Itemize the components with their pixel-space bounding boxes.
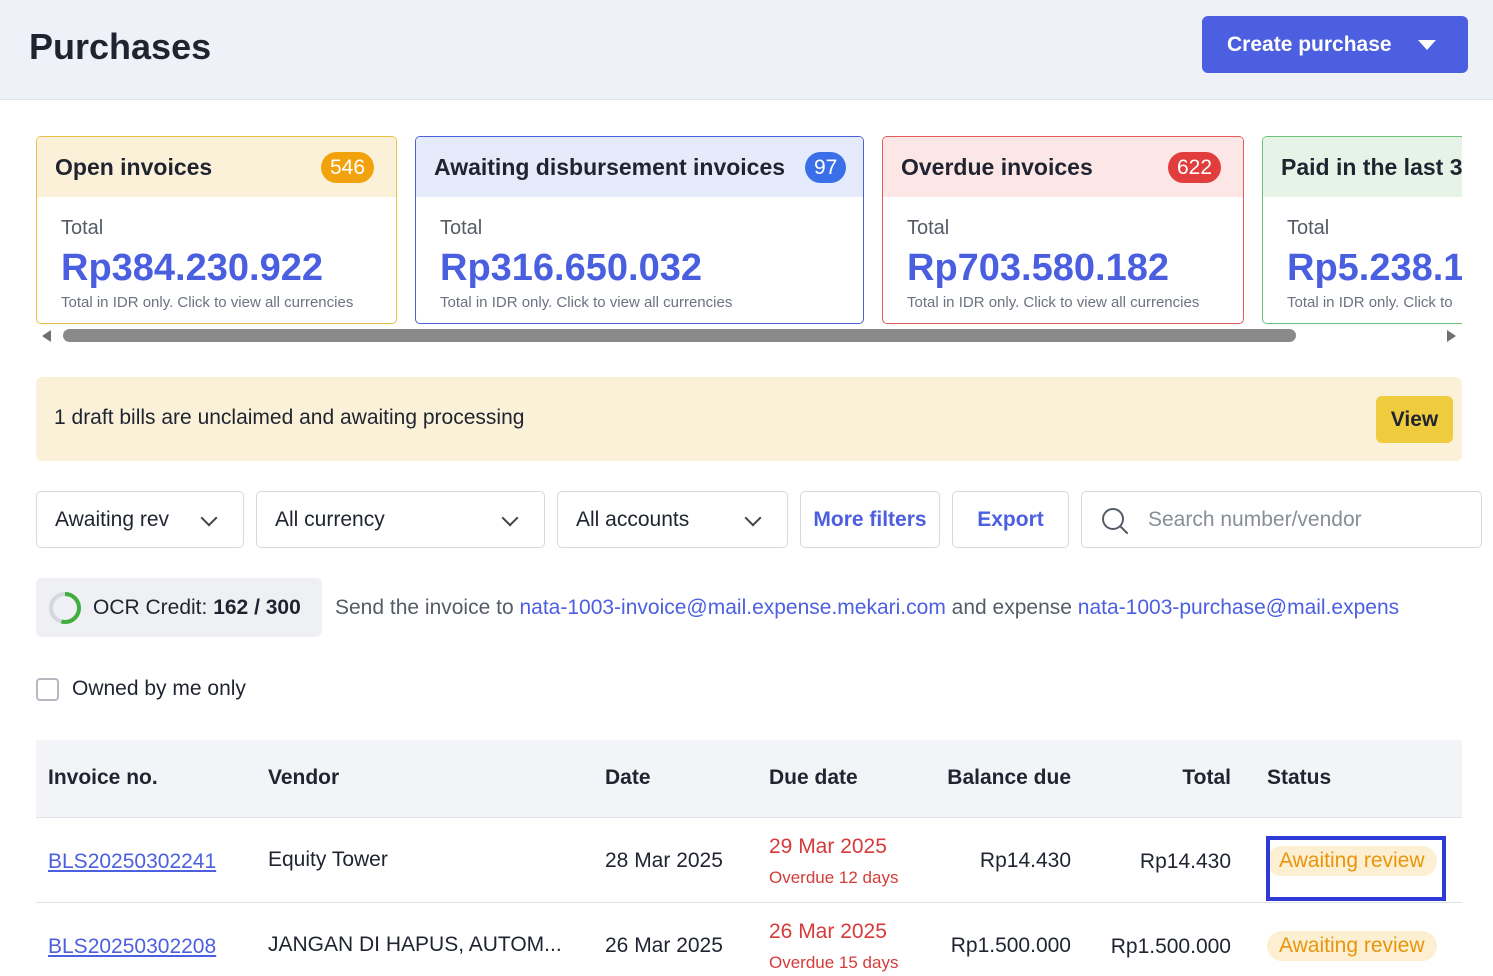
card-paid-recent[interactable]: Paid in the last 3 Total Rp5.238.12 Tota… <box>1262 136 1462 324</box>
search-input[interactable] <box>1148 502 1468 538</box>
purchase-email-link[interactable]: nata-1003-purchase@mail.expens <box>1078 596 1399 619</box>
accounts-filter-value: All accounts <box>576 507 690 531</box>
view-button[interactable]: View <box>1376 396 1453 443</box>
count-badge: 546 <box>321 152 375 183</box>
page-header: Purchases Create purchase <box>0 0 1493 100</box>
card-title: Paid in the last 3 <box>1281 153 1462 180</box>
status-filter[interactable]: Awaiting rev <box>36 491 244 548</box>
column-header-vendor[interactable]: Vendor <box>268 766 339 790</box>
scroll-left-icon[interactable] <box>42 330 51 342</box>
total-cell: Rp14.430 <box>1139 850 1231 873</box>
count-badge: 97 <box>805 152 847 183</box>
page-title: Purchases <box>29 26 212 67</box>
invoice-email-link[interactable]: nata-1003-invoice@mail.expense.mekari.co… <box>519 596 945 619</box>
card-note: Total in IDR only. Click to view all cur… <box>440 294 733 311</box>
card-title: Open invoices <box>55 153 213 180</box>
status-badge: Awaiting review <box>1267 931 1437 961</box>
table-header: Invoice no. Vendor Date Due date Balance… <box>36 740 1462 818</box>
summary-cards: Open invoices 546 Total Rp384.230.922 To… <box>36 136 1462 326</box>
currency-filter-value: All currency <box>275 507 385 531</box>
more-filters-button[interactable]: More filters <box>800 491 940 548</box>
balance-cell: Rp14.430 <box>979 849 1071 872</box>
send-middle: and expense <box>951 596 1072 619</box>
ocr-credit: OCR Credit: 162 / 300 <box>36 578 322 637</box>
card-title: Awaiting disbursement invoices <box>434 153 786 180</box>
date-cell: 28 Mar 2025 <box>605 849 723 872</box>
date-cell: 26 Mar 2025 <box>605 934 723 957</box>
count-badge: 622 <box>1168 152 1222 183</box>
accounts-filter[interactable]: All accounts <box>557 491 788 548</box>
status-badge: Awaiting review <box>1267 846 1437 876</box>
chevron-down-icon <box>200 509 218 527</box>
card-title: Overdue invoices <box>901 153 1093 180</box>
chevron-down-icon <box>744 509 762 527</box>
scroll-right-icon[interactable] <box>1447 330 1456 342</box>
invoice-link[interactable]: BLS20250302208 <box>48 935 216 959</box>
card-total-label: Total <box>61 217 104 239</box>
owned-by-me-label: Owned by me only <box>72 677 246 700</box>
chevron-down-icon <box>501 509 519 527</box>
cards-scrollbar[interactable] <box>36 327 1462 345</box>
overdue-label: Overdue 12 days <box>769 868 899 887</box>
column-header-status[interactable]: Status <box>1267 766 1331 790</box>
invoice-link[interactable]: BLS20250302241 <box>48 850 216 874</box>
card-amount: Rp384.230.922 <box>61 247 323 289</box>
table-row[interactable]: BLS20250302208 JANGAN DI HAPUS, AUTOM...… <box>36 903 1462 976</box>
card-open-invoices[interactable]: Open invoices 546 Total Rp384.230.922 To… <box>36 136 397 324</box>
card-note: Total in IDR only. Click to view all cur… <box>907 294 1200 311</box>
ocr-credit-value: 162 / 300 <box>213 596 301 619</box>
search-icon <box>1102 508 1128 534</box>
card-total-label: Total <box>440 217 483 239</box>
card-amount: Rp703.580.182 <box>907 247 1169 289</box>
column-header-invoice[interactable]: Invoice no. <box>48 766 158 790</box>
checkbox[interactable] <box>36 677 59 701</box>
column-header-total[interactable]: Total <box>1182 766 1231 790</box>
card-note: Total in IDR only. Click to view all cur… <box>61 294 354 311</box>
vendor-cell: Equity Tower <box>268 848 388 871</box>
ocr-credit-label: OCR Credit: <box>93 596 208 619</box>
currency-filter[interactable]: All currency <box>256 491 545 548</box>
card-amount: Rp5.238.12 <box>1287 247 1462 289</box>
export-button[interactable]: Export <box>952 491 1069 548</box>
column-header-due-date[interactable]: Due date <box>769 766 858 790</box>
card-awaiting-disbursement[interactable]: Awaiting disbursement invoices 97 Total … <box>415 136 864 324</box>
ocr-progress-ring-icon <box>49 592 81 624</box>
vendor-cell: JANGAN DI HAPUS, AUTOM... <box>268 933 562 956</box>
card-overdue-invoices[interactable]: Overdue invoices 622 Total Rp703.580.182… <box>882 136 1244 324</box>
send-prefix: Send the invoice to <box>335 596 514 619</box>
owned-by-me-checkbox[interactable]: Owned by me only <box>36 677 246 701</box>
create-purchase-button[interactable]: Create purchase <box>1202 16 1468 73</box>
table-row[interactable]: BLS20250302241 Equity Tower 28 Mar 2025 … <box>36 818 1462 903</box>
due-date-cell: 26 Mar 2025 <box>769 920 887 943</box>
due-date-cell: 29 Mar 2025 <box>769 835 887 858</box>
draft-bills-banner: 1 draft bills are unclaimed and awaiting… <box>36 377 1462 461</box>
search-box[interactable] <box>1081 491 1482 548</box>
purchases-table: Invoice no. Vendor Date Due date Balance… <box>36 740 1462 976</box>
card-total-label: Total <box>907 217 950 239</box>
scrollbar-thumb[interactable] <box>63 329 1296 342</box>
card-total-label: Total <box>1287 217 1330 239</box>
total-cell: Rp1.500.000 <box>1110 935 1231 958</box>
card-amount: Rp316.650.032 <box>440 247 702 289</box>
banner-text: 1 draft bills are unclaimed and awaiting… <box>54 406 525 429</box>
column-header-date[interactable]: Date <box>605 766 651 790</box>
caret-down-icon[interactable] <box>1418 40 1436 50</box>
card-note: Total in IDR only. Click to <box>1287 294 1453 311</box>
status-filter-value: Awaiting rev <box>55 507 170 531</box>
create-purchase-label: Create purchase <box>1227 32 1392 56</box>
overdue-label: Overdue 15 days <box>769 953 899 972</box>
column-header-balance[interactable]: Balance due <box>947 766 1071 790</box>
balance-cell: Rp1.500.000 <box>950 934 1071 957</box>
send-instructions: Send the invoice to nata-1003-invoice@ma… <box>335 596 1462 620</box>
